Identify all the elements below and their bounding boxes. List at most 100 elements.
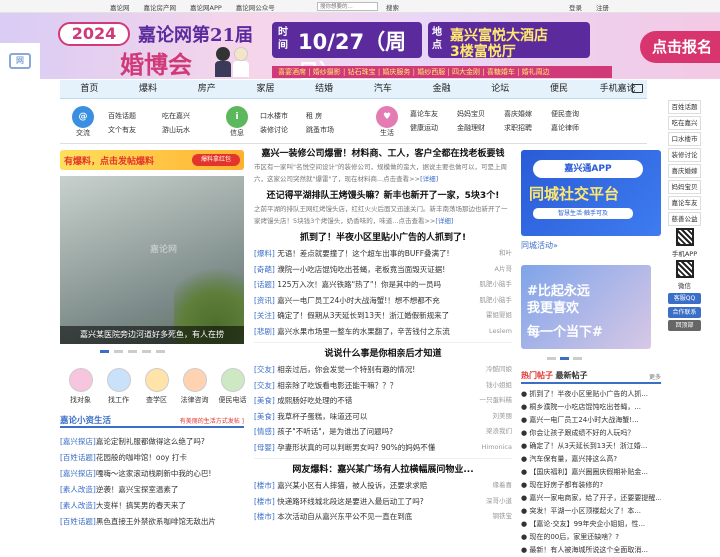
wedding-expo-banner[interactable]: 网 2024 嘉论网第21届 婚博会 时间 10/27（周日） 地点 嘉兴富悦大… bbox=[0, 13, 720, 79]
list-item[interactable]: [素人改造]逆袭！嘉兴宝探室温素了 bbox=[60, 482, 244, 498]
list-item[interactable]: [百姓话题]花园般的咖啡馆！ooy 打卡 bbox=[60, 450, 244, 466]
news-row[interactable]: [交友] 相亲过后，你会发觉一个特别有趣的情况! 冷酷同娘 bbox=[254, 362, 512, 378]
service-find-job[interactable]: 找工作 bbox=[104, 368, 133, 405]
slider-dot[interactable] bbox=[156, 350, 165, 353]
subnav-link[interactable]: 嘉论律师 bbox=[551, 123, 579, 133]
list-item[interactable]: ● 突发！平湖一小区顶楼起火了！本... bbox=[521, 505, 661, 518]
nav-forum[interactable]: 论坛 bbox=[471, 80, 530, 98]
list-item[interactable]: ● 抓到了！半夜小区里贴小广告的人抓... bbox=[521, 388, 661, 401]
list-item[interactable]: [素人改造]大变样！搞笑男的春天来了 bbox=[60, 498, 244, 514]
top-link-home[interactable]: 嘉论网 bbox=[110, 2, 130, 12]
tab-latest-posts[interactable]: 最新帖子 bbox=[556, 371, 588, 380]
sidebar-item[interactable]: 口水楼市 bbox=[668, 132, 701, 146]
sidebar-item[interactable]: 慈善公益 bbox=[668, 212, 701, 226]
headline[interactable]: 网友爆料：嘉兴某广场有人拉横幅展问物业... bbox=[254, 462, 512, 475]
news-row[interactable]: [楼市] 嘉兴某小区有人摔猫，被人投诉，还要求求赔 缘着喜 bbox=[254, 478, 512, 494]
detail-link[interactable]: [详细] bbox=[420, 175, 438, 183]
city-events-link[interactable]: 同城活动» bbox=[521, 240, 661, 251]
signup-button[interactable]: 点击报名 bbox=[640, 31, 720, 63]
list-item[interactable]: ● 嘉兴一电厂员工24小时大战海蟹!... bbox=[521, 414, 661, 427]
top-link-wechat[interactable]: 嘉论网公众号 bbox=[236, 2, 275, 12]
mail-icon[interactable] bbox=[632, 84, 643, 93]
nav-finance[interactable]: 金融 bbox=[412, 80, 471, 98]
sidebar-item[interactable]: 吃在嘉兴 bbox=[668, 116, 701, 130]
subnav-link[interactable]: 装修讨论 bbox=[260, 125, 288, 135]
news-row[interactable]: [关注] 确定了！假期从3天延长到13天！浙江婚假新规来了 霍姐婴姐 bbox=[254, 308, 512, 324]
top-link-house[interactable]: 嘉论房产网 bbox=[144, 2, 177, 12]
subnav-link[interactable]: 口水楼市 bbox=[260, 111, 288, 121]
nav-wedding[interactable]: 结婚 bbox=[295, 80, 354, 98]
news-row[interactable]: [爆料] 无语！差点就要撞了！这个超车出事的BUFF叠满了! 和叶 bbox=[254, 246, 512, 262]
slider-dot[interactable] bbox=[142, 350, 151, 353]
news-row[interactable]: [美食] 成熙肠好吃处理的不错 一只蛋料糕 bbox=[254, 393, 512, 409]
list-item[interactable]: ● 最新！有人被海城所说这个全面取消... bbox=[521, 544, 661, 557]
nav-home-deco[interactable]: 家居 bbox=[236, 80, 295, 98]
subnav-link[interactable]: 妈妈宝贝 bbox=[457, 109, 485, 119]
headline[interactable]: 嘉兴一装修公司爆雷！材料商、工人，客户全都在找老板要钱 bbox=[254, 146, 512, 159]
slider-dot[interactable] bbox=[573, 357, 582, 360]
headline[interactable]: 说说什么事是你相亲后才知道 bbox=[254, 346, 512, 359]
search-input[interactable]: 搜你想要的... bbox=[317, 2, 378, 11]
subnav-link[interactable]: 租 房 bbox=[306, 111, 322, 121]
headline[interactable]: 还记得平湖排队王烤馒头嘛？新丰也新开了一家，5块3个! bbox=[254, 188, 512, 201]
subnav-link[interactable]: 吃在嘉兴 bbox=[162, 111, 190, 121]
life-section-title[interactable]: 嘉论小资生活 bbox=[60, 414, 111, 426]
back-to-top-button[interactable]: 回顶部 bbox=[668, 320, 701, 331]
news-row[interactable]: [楼市] 快递路环线城北段这是要进入最后动工了吗? 深哥小道 bbox=[254, 494, 512, 510]
list-item[interactable]: [嘉兴探店]嘎嗨～这家滚动栈刷新中我的心巴! bbox=[60, 466, 244, 482]
service-law[interactable]: 法律咨询 bbox=[180, 368, 209, 405]
news-row[interactable]: [奇葩] 濮院一小吃店馄饨吃出苍蝇，老板竟当面毁灭证据! A片哥 bbox=[254, 262, 512, 278]
wedding-ad-banner[interactable]: #比起永远 我更喜欢 每一个当下# bbox=[521, 265, 651, 349]
news-row[interactable]: [悲剧] 嘉兴水果市场里一整车的水果翻了，辛苦钱付之东流 Leslem bbox=[254, 324, 512, 340]
site-logo[interactable]: 网 bbox=[0, 43, 40, 79]
slider-dot[interactable] bbox=[100, 350, 109, 353]
sidebar-item[interactable]: 百姓话题 bbox=[668, 100, 701, 114]
subnav-link[interactable]: 跳蚤市场 bbox=[306, 125, 334, 135]
subnav-link[interactable]: 文个有友 bbox=[108, 125, 136, 135]
list-item[interactable]: [百姓话题]黑色直接王外禁欲系咖啡馆无敌出片 bbox=[60, 514, 244, 530]
subnav-link[interactable]: 百姓话题 bbox=[108, 111, 136, 121]
nav-home[interactable]: 首页 bbox=[60, 80, 119, 98]
news-row[interactable]: [话题] 125万入次！嘉兴铁路"热了"！你是其中的一员吗 肌肥小脑手 bbox=[254, 277, 512, 293]
list-item[interactable]: ● 你会让孩子跟成绩不好的人玩吗？ bbox=[521, 427, 661, 440]
life-section-post-link[interactable]: 有美丽的生活方式发帖 ] bbox=[180, 416, 244, 425]
nav-service[interactable]: 便民 bbox=[530, 80, 589, 98]
list-item[interactable]: ● 现在的00后，家里还缺啥？? bbox=[521, 531, 661, 544]
subnav-link[interactable]: 嘉论车友 bbox=[410, 109, 438, 119]
login-link[interactable]: 登录 bbox=[569, 2, 582, 12]
subnav-link[interactable]: 游山玩水 bbox=[162, 125, 190, 135]
detail-link[interactable]: [详细] bbox=[435, 217, 453, 225]
list-item[interactable]: [嘉兴探店]嘉论定制礼服都做得这么绝了吗? bbox=[60, 434, 244, 450]
featured-photo-slider[interactable]: 嘉论网 嘉兴某医院旁边河道好多死鱼，有人在捞 bbox=[60, 176, 244, 344]
list-item[interactable]: ● 汽车保有量，嘉兴排这么高? bbox=[521, 453, 661, 466]
more-link[interactable]: 更多 bbox=[649, 372, 661, 381]
news-row[interactable]: [楼市] 本次活动自从嘉兴东平公不见一直在到底 钢铁宝 bbox=[254, 509, 512, 525]
nav-house[interactable]: 房产 bbox=[177, 80, 236, 98]
news-row[interactable]: [交友] 相亲除了吃饭看电影还能干嘛？？？ 钱小姐姐 bbox=[254, 378, 512, 394]
slider-dot[interactable] bbox=[114, 350, 123, 353]
list-item[interactable]: ● 【嘉论·交友】99年央企小姐姐，性... bbox=[521, 518, 661, 531]
photo-caption[interactable]: 嘉兴某医院旁边河道好多死鱼，有人在捞 bbox=[60, 326, 244, 344]
service-phone[interactable]: 便民电话 bbox=[218, 368, 247, 405]
news-tip-ad[interactable]: 有爆料，点击发帖爆料 爆料拿红包 bbox=[60, 150, 244, 170]
subnav-link[interactable]: 便民查询 bbox=[551, 109, 579, 119]
subnav-link[interactable]: 求职招聘 bbox=[504, 123, 532, 133]
list-item[interactable]: ● 嘉兴一家电商家，给了开子，还要要提醒... bbox=[521, 492, 661, 505]
slider-dot[interactable] bbox=[547, 357, 556, 360]
service-find-partner[interactable]: 找对象 bbox=[66, 368, 95, 405]
list-item[interactable]: ● 确定了！从3天延长到13天！浙江婚... bbox=[521, 440, 661, 453]
search-button[interactable]: 搜索 bbox=[386, 2, 399, 12]
top-link-app[interactable]: 嘉论网APP bbox=[190, 2, 222, 12]
subnav-link[interactable]: 喜庆婚嫁 bbox=[504, 109, 532, 119]
app-ad-banner[interactable]: 嘉兴通APP 同城社交平台 智慧生活·触手可及 bbox=[521, 150, 661, 236]
subnav-link[interactable]: 金融理财 bbox=[457, 123, 485, 133]
slider-dot[interactable] bbox=[560, 357, 569, 360]
news-row[interactable]: [母婴] 孕妻形状真的可以判断男女吗? 90%的妈妈不懂 Himonica bbox=[254, 440, 512, 456]
news-row[interactable]: [美食] 我草杯子蛋糕，味道还可以 刘美丽 bbox=[254, 409, 512, 425]
list-item[interactable]: ● 【国庆福利】嘉兴圈圈庆假期补贴金... bbox=[521, 466, 661, 479]
customer-service-button[interactable]: 客服QQ bbox=[668, 293, 701, 304]
sidebar-item[interactable]: 喜庆婚嫁 bbox=[668, 164, 701, 178]
cooperation-button[interactable]: 合作联系 bbox=[668, 307, 701, 318]
sidebar-item[interactable]: 妈妈宝贝 bbox=[668, 180, 701, 194]
subnav-link[interactable]: 健康运动 bbox=[410, 123, 438, 133]
